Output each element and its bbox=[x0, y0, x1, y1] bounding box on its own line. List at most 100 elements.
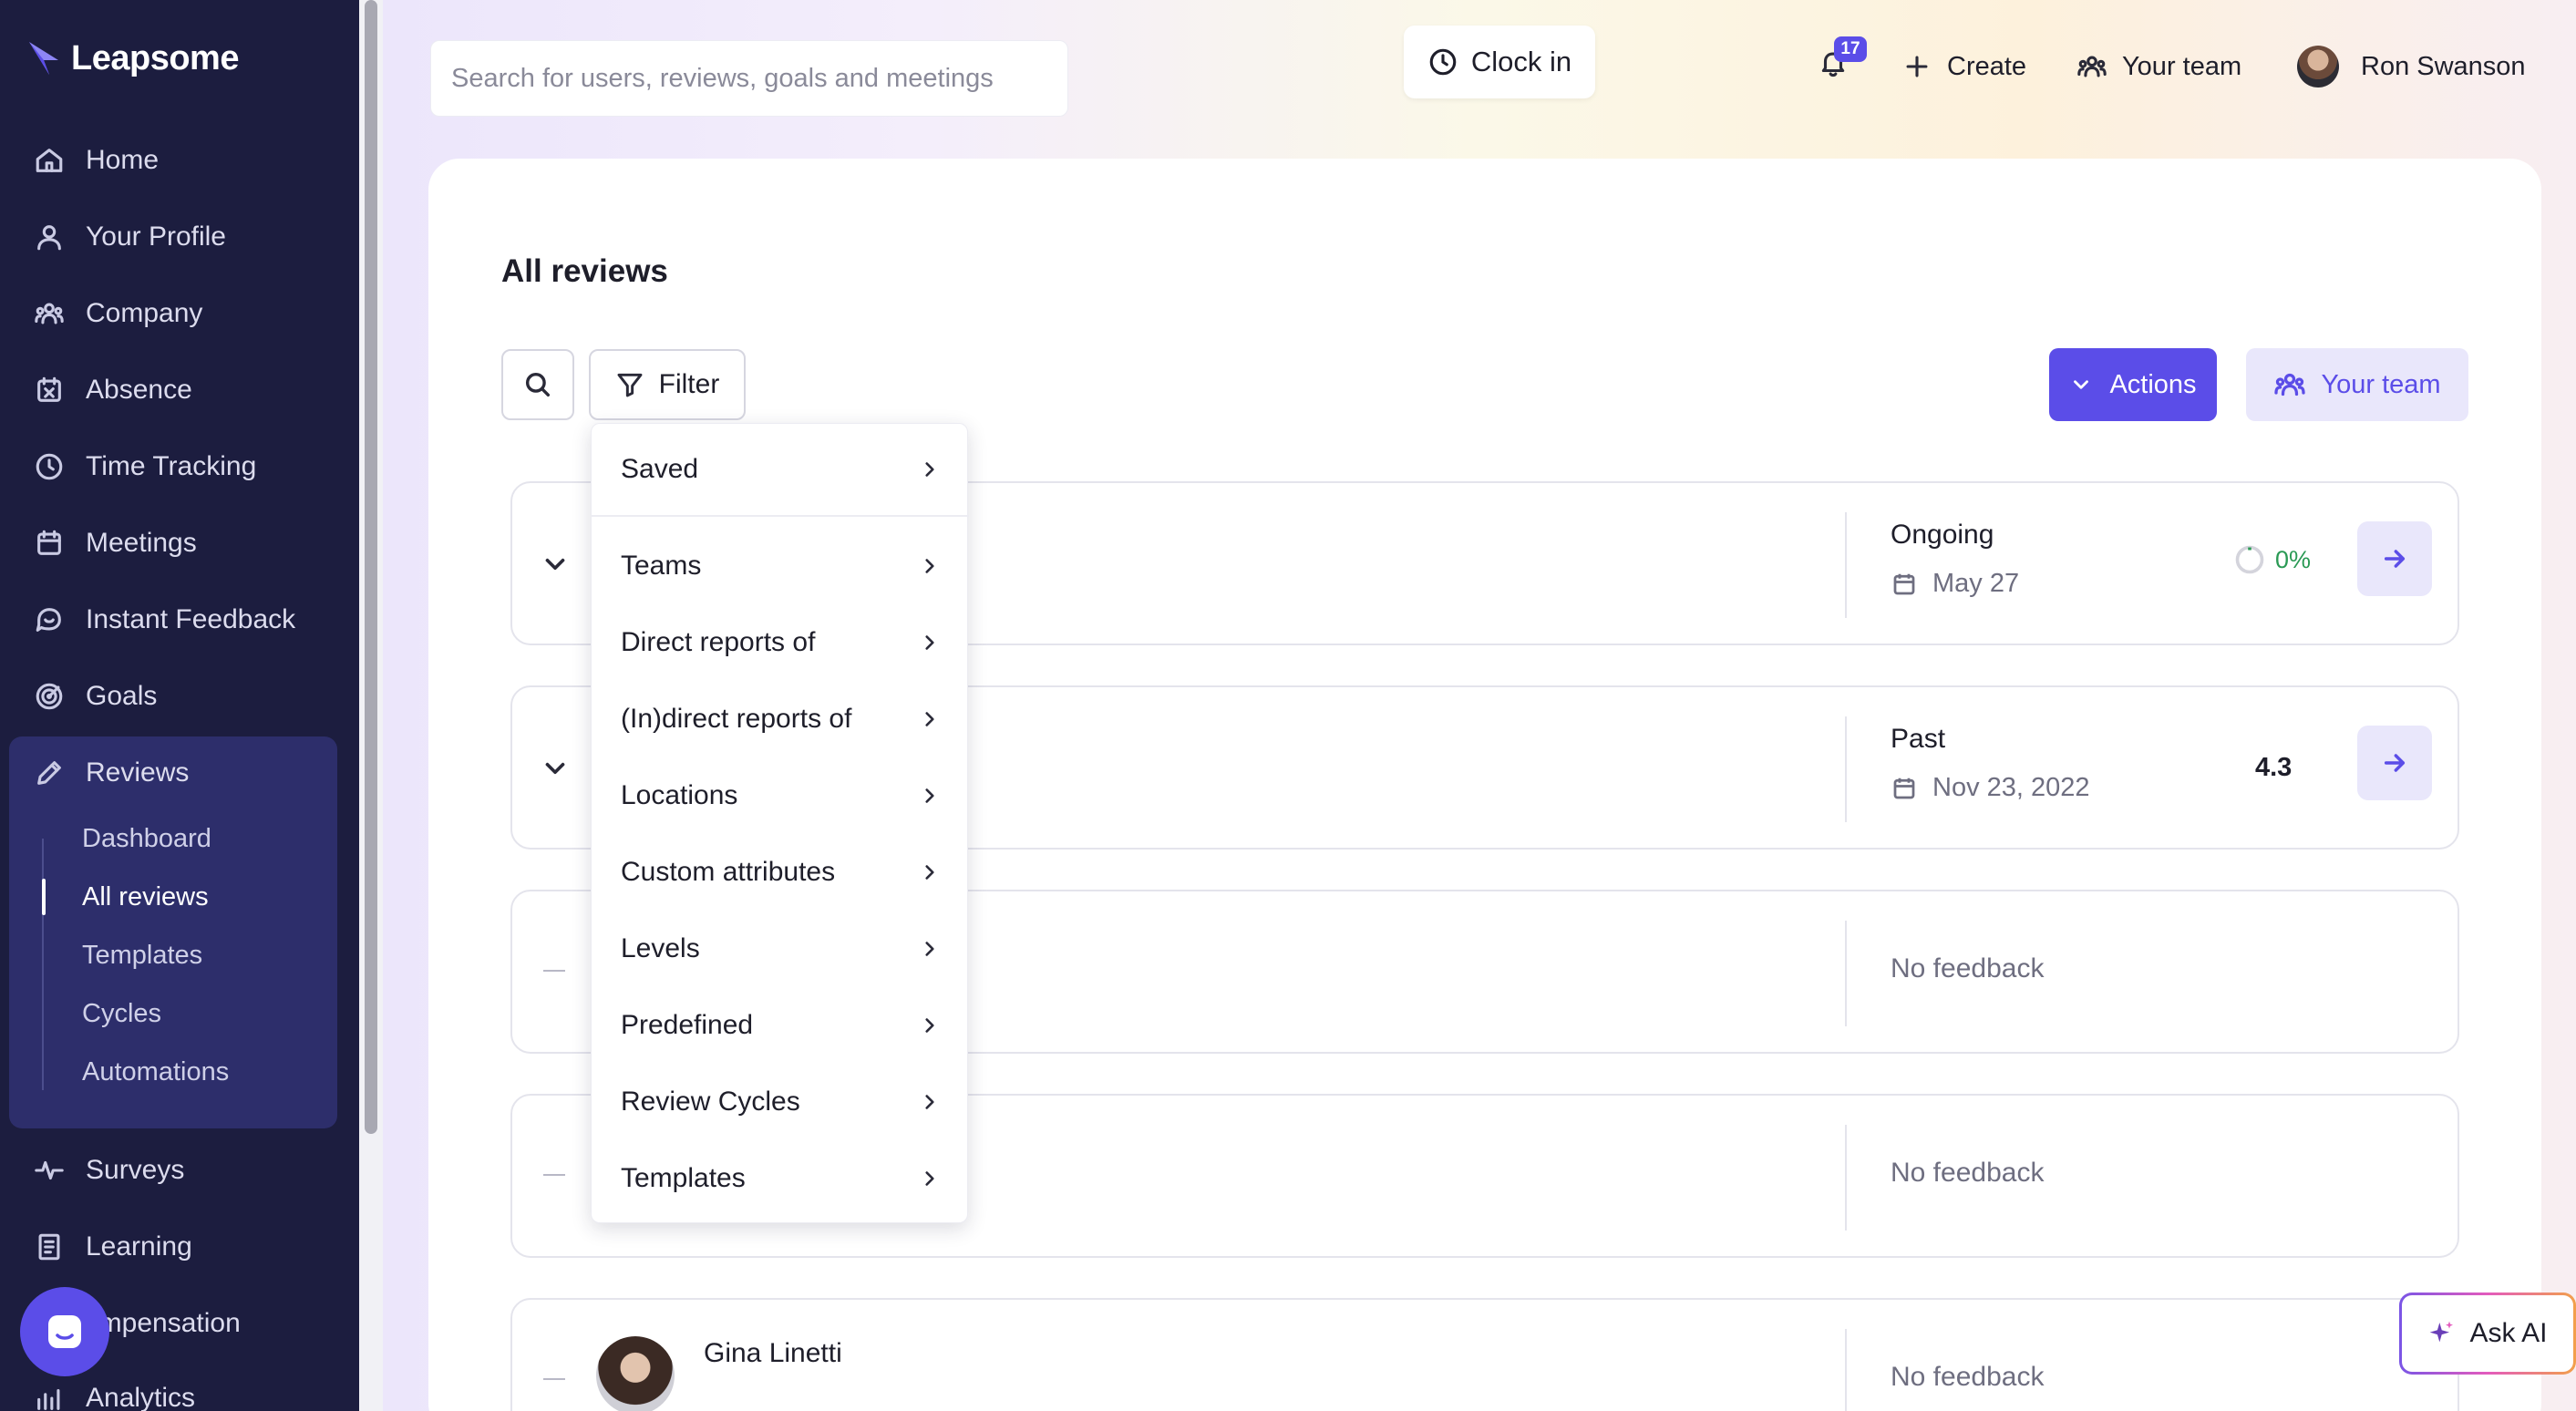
filter-menu-label: Teams bbox=[621, 551, 702, 581]
filter-menu-item-saved[interactable]: Saved bbox=[592, 437, 969, 502]
sidebar-item-your-profile[interactable]: Your Profile bbox=[33, 215, 226, 259]
sidebar-item-surveys[interactable]: Surveys bbox=[33, 1148, 184, 1192]
row-divider bbox=[1845, 921, 1847, 1026]
person-name: Gina Linetti bbox=[704, 1338, 842, 1368]
create-button[interactable]: Create bbox=[1901, 44, 2026, 89]
progress-value: 0% bbox=[2275, 545, 2312, 573]
page-title: All reviews bbox=[501, 253, 668, 289]
calendar-icon bbox=[1893, 778, 1915, 798]
team-icon bbox=[2077, 56, 2107, 77]
chart-icon bbox=[33, 1382, 66, 1411]
ask-ai-inner: Ask AI bbox=[2402, 1295, 2573, 1372]
arrow-right-icon bbox=[2384, 550, 2406, 568]
row-divider bbox=[1845, 716, 1847, 822]
your-team-link[interactable]: Your team bbox=[2076, 44, 2241, 89]
sidebar-subitem-all-reviews[interactable]: All reviews bbox=[82, 879, 209, 915]
filter-menu-label: Locations bbox=[621, 780, 738, 810]
sidebar-item-label: Home bbox=[86, 145, 160, 175]
ask-ai-label: Ask AI bbox=[2469, 1318, 2548, 1348]
review-status: Past bbox=[1891, 724, 1946, 754]
filter-menu-item-custom-attributes[interactable]: Custom attributes bbox=[592, 839, 969, 905]
sidebar: Leapsome Home Your Profile Company Absen… bbox=[0, 0, 359, 1411]
filter-menu-label: Direct reports of bbox=[621, 627, 816, 657]
chevron-right-icon bbox=[925, 1018, 934, 1033]
user-avatar bbox=[2297, 46, 2339, 88]
sidebar-item-label: Time Tracking bbox=[86, 451, 257, 481]
sidebar-subitem-dashboard[interactable]: Dashboard bbox=[82, 820, 211, 857]
scrollbar-thumb[interactable] bbox=[365, 0, 377, 1134]
dash-icon bbox=[543, 1174, 565, 1176]
plus-icon bbox=[1906, 56, 1928, 77]
chevron-right-icon bbox=[925, 1095, 934, 1109]
filter-menu-label: (In)direct reports of bbox=[621, 704, 852, 734]
filter-menu-item-templates[interactable]: Templates bbox=[592, 1146, 969, 1211]
team-icon bbox=[2274, 373, 2306, 397]
chevron-right-icon bbox=[925, 788, 934, 803]
expand-chevron-down-icon[interactable] bbox=[540, 549, 571, 580]
actions-button[interactable]: Actions bbox=[2049, 348, 2217, 421]
search-icon bbox=[525, 372, 551, 397]
ask-ai-button[interactable]: Ask AI bbox=[2399, 1293, 2576, 1375]
review-status: No feedback bbox=[1891, 1158, 2045, 1188]
filter-menu-label: Custom attributes bbox=[621, 857, 836, 887]
absence-icon bbox=[33, 374, 66, 407]
filter-menu-label: Saved bbox=[621, 454, 699, 484]
search-placeholder: Search for users, reviews, goals and mee… bbox=[451, 63, 994, 93]
sidebar-item-company[interactable]: Company bbox=[33, 292, 202, 335]
clock-in-button[interactable]: Clock in bbox=[1404, 26, 1595, 98]
filter-menu-item-direct-reports[interactable]: Direct reports of bbox=[592, 610, 969, 675]
row-divider bbox=[1845, 512, 1847, 618]
filter-menu-item-indirect-reports[interactable]: (In)direct reports of bbox=[592, 686, 969, 752]
submenu-line bbox=[42, 839, 44, 1090]
sidebar-item-analytics[interactable]: Analytics bbox=[33, 1376, 195, 1411]
your-team-button[interactable]: Your team bbox=[2246, 348, 2468, 421]
sidebar-item-absence[interactable]: Absence bbox=[33, 368, 192, 412]
logo[interactable]: Leapsome bbox=[26, 38, 239, 78]
sidebar-item-label: Goals bbox=[86, 681, 158, 711]
create-label: Create bbox=[1947, 51, 2027, 81]
sidebar-item-meetings[interactable]: Meetings bbox=[33, 521, 197, 565]
filter-menu-item-review-cycles[interactable]: Review Cycles bbox=[592, 1069, 969, 1135]
sidebar-item-instant-feedback[interactable]: Instant Feedback bbox=[33, 598, 295, 642]
your-team-label: Your team bbox=[2122, 51, 2242, 81]
filter-menu-item-predefined[interactable]: Predefined bbox=[592, 993, 969, 1058]
expand-chevron-down-icon[interactable] bbox=[540, 753, 571, 784]
review-date-text: May 27 bbox=[1932, 569, 2020, 598]
global-search-input[interactable]: Search for users, reviews, goals and mee… bbox=[430, 40, 1068, 117]
sidebar-subitem-automations[interactable]: Automations bbox=[82, 1054, 229, 1090]
sidebar-subitem-templates[interactable]: Templates bbox=[82, 937, 202, 973]
sidebar-item-label: Your Profile bbox=[86, 221, 226, 252]
row-divider bbox=[1845, 1329, 1847, 1411]
user-menu[interactable]: Ron Swanson bbox=[2297, 44, 2526, 89]
search-button[interactable] bbox=[501, 349, 574, 420]
sidebar-item-goals[interactable]: Goals bbox=[33, 675, 157, 718]
logo-text: Leapsome bbox=[71, 38, 239, 77]
open-review-button[interactable] bbox=[2357, 726, 2432, 800]
chevron-right-icon bbox=[925, 635, 934, 650]
sidebar-item-home[interactable]: Home bbox=[33, 139, 159, 182]
chevron-down-icon bbox=[2074, 380, 2089, 389]
actions-label: Actions bbox=[2109, 369, 2197, 399]
filter-menu-item-locations[interactable]: Locations bbox=[592, 763, 969, 829]
your-team-label: Your team bbox=[2321, 369, 2441, 399]
review-date-text: Nov 23, 2022 bbox=[1932, 773, 2090, 802]
review-progress: 0% bbox=[2233, 543, 2311, 576]
sidebar-item-reviews[interactable]: Reviews bbox=[33, 751, 189, 795]
sidebar-item-learning[interactable]: Learning bbox=[33, 1225, 192, 1269]
review-row[interactable]: Gina Linetti No feedback bbox=[510, 1298, 2459, 1411]
sidebar-item-label: Surveys bbox=[86, 1155, 185, 1185]
sidebar-item-label: Company bbox=[86, 298, 203, 328]
sidebar-subitem-cycles[interactable]: Cycles bbox=[82, 995, 161, 1032]
calendar-icon bbox=[33, 527, 66, 560]
dash-icon bbox=[543, 1378, 565, 1380]
filter-button[interactable]: Filter bbox=[589, 349, 746, 420]
user-name: Ron Swanson bbox=[2361, 51, 2526, 81]
sidebar-item-label: Meetings bbox=[86, 528, 197, 558]
open-review-button[interactable] bbox=[2357, 521, 2432, 596]
filter-menu-item-levels[interactable]: Levels bbox=[592, 916, 969, 982]
sidebar-item-label: Learning bbox=[86, 1231, 192, 1262]
support-chat-button[interactable] bbox=[20, 1287, 109, 1376]
sidebar-item-time-tracking[interactable]: Time Tracking bbox=[33, 445, 256, 489]
filter-menu-item-teams[interactable]: Teams bbox=[592, 533, 969, 599]
chat-icon bbox=[33, 603, 66, 636]
